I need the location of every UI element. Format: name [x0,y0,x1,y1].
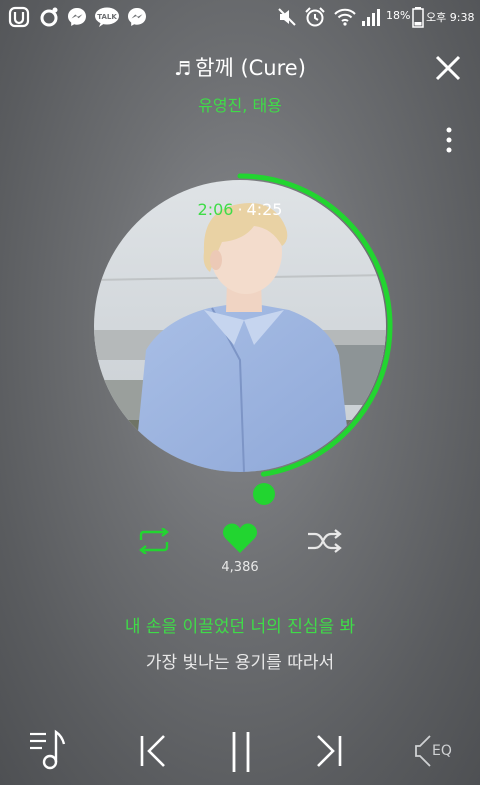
messenger-icon [128,8,146,26]
current-time: 2:06 [197,200,234,219]
next-track-icon[interactable] [314,734,344,768]
lyric-current-line[interactable]: 내 손을 이끌었던 너의 진심을 봐 [0,612,480,637]
artist-name[interactable]: 유영진, 태용 [0,92,480,116]
song-title-text: 함께 (Cure) [195,56,306,80]
signal-icon [362,9,380,26]
shuffle-icon[interactable] [306,528,344,554]
previous-track-icon[interactable] [138,734,168,768]
repeat-icon[interactable] [136,528,172,554]
swing-icon [8,6,30,28]
like-count: 4,386 [221,560,259,575]
playback-time: 2:06 · 4:25 [0,200,480,219]
heart-icon[interactable] [222,522,258,554]
progress-arc [237,173,393,477]
time-separator: · [237,200,243,219]
playlist-icon[interactable] [28,728,70,772]
wifi-icon [334,8,356,26]
clock: 오후 9:38 [426,11,475,24]
song-title: ♬ 함께 (Cure) [0,52,480,82]
seek-handle[interactable] [253,483,275,505]
alarm-icon [305,7,325,27]
battery-icon [412,7,424,28]
mute-icon [278,8,296,26]
more-options-icon[interactable] [440,126,458,154]
messenger-icon [68,8,86,26]
svg-text:TALK: TALK [97,13,117,21]
o-icon [40,7,58,27]
eq-label: EQ [432,743,452,759]
total-time: 4:25 [246,200,283,219]
status-bar: TALK 18% 오후 9:38 [0,0,480,34]
music-note-icon: ♬ [174,58,192,80]
battery-percent: 18% [386,9,411,22]
lyric-next-line[interactable]: 가장 빛나는 용기를 따라서 [0,648,480,673]
pause-icon[interactable] [228,730,254,774]
speaker-icon [415,735,431,767]
kakaotalk-icon: TALK [95,7,119,27]
equalizer-button[interactable]: EQ [414,734,458,770]
close-icon[interactable] [432,52,464,84]
